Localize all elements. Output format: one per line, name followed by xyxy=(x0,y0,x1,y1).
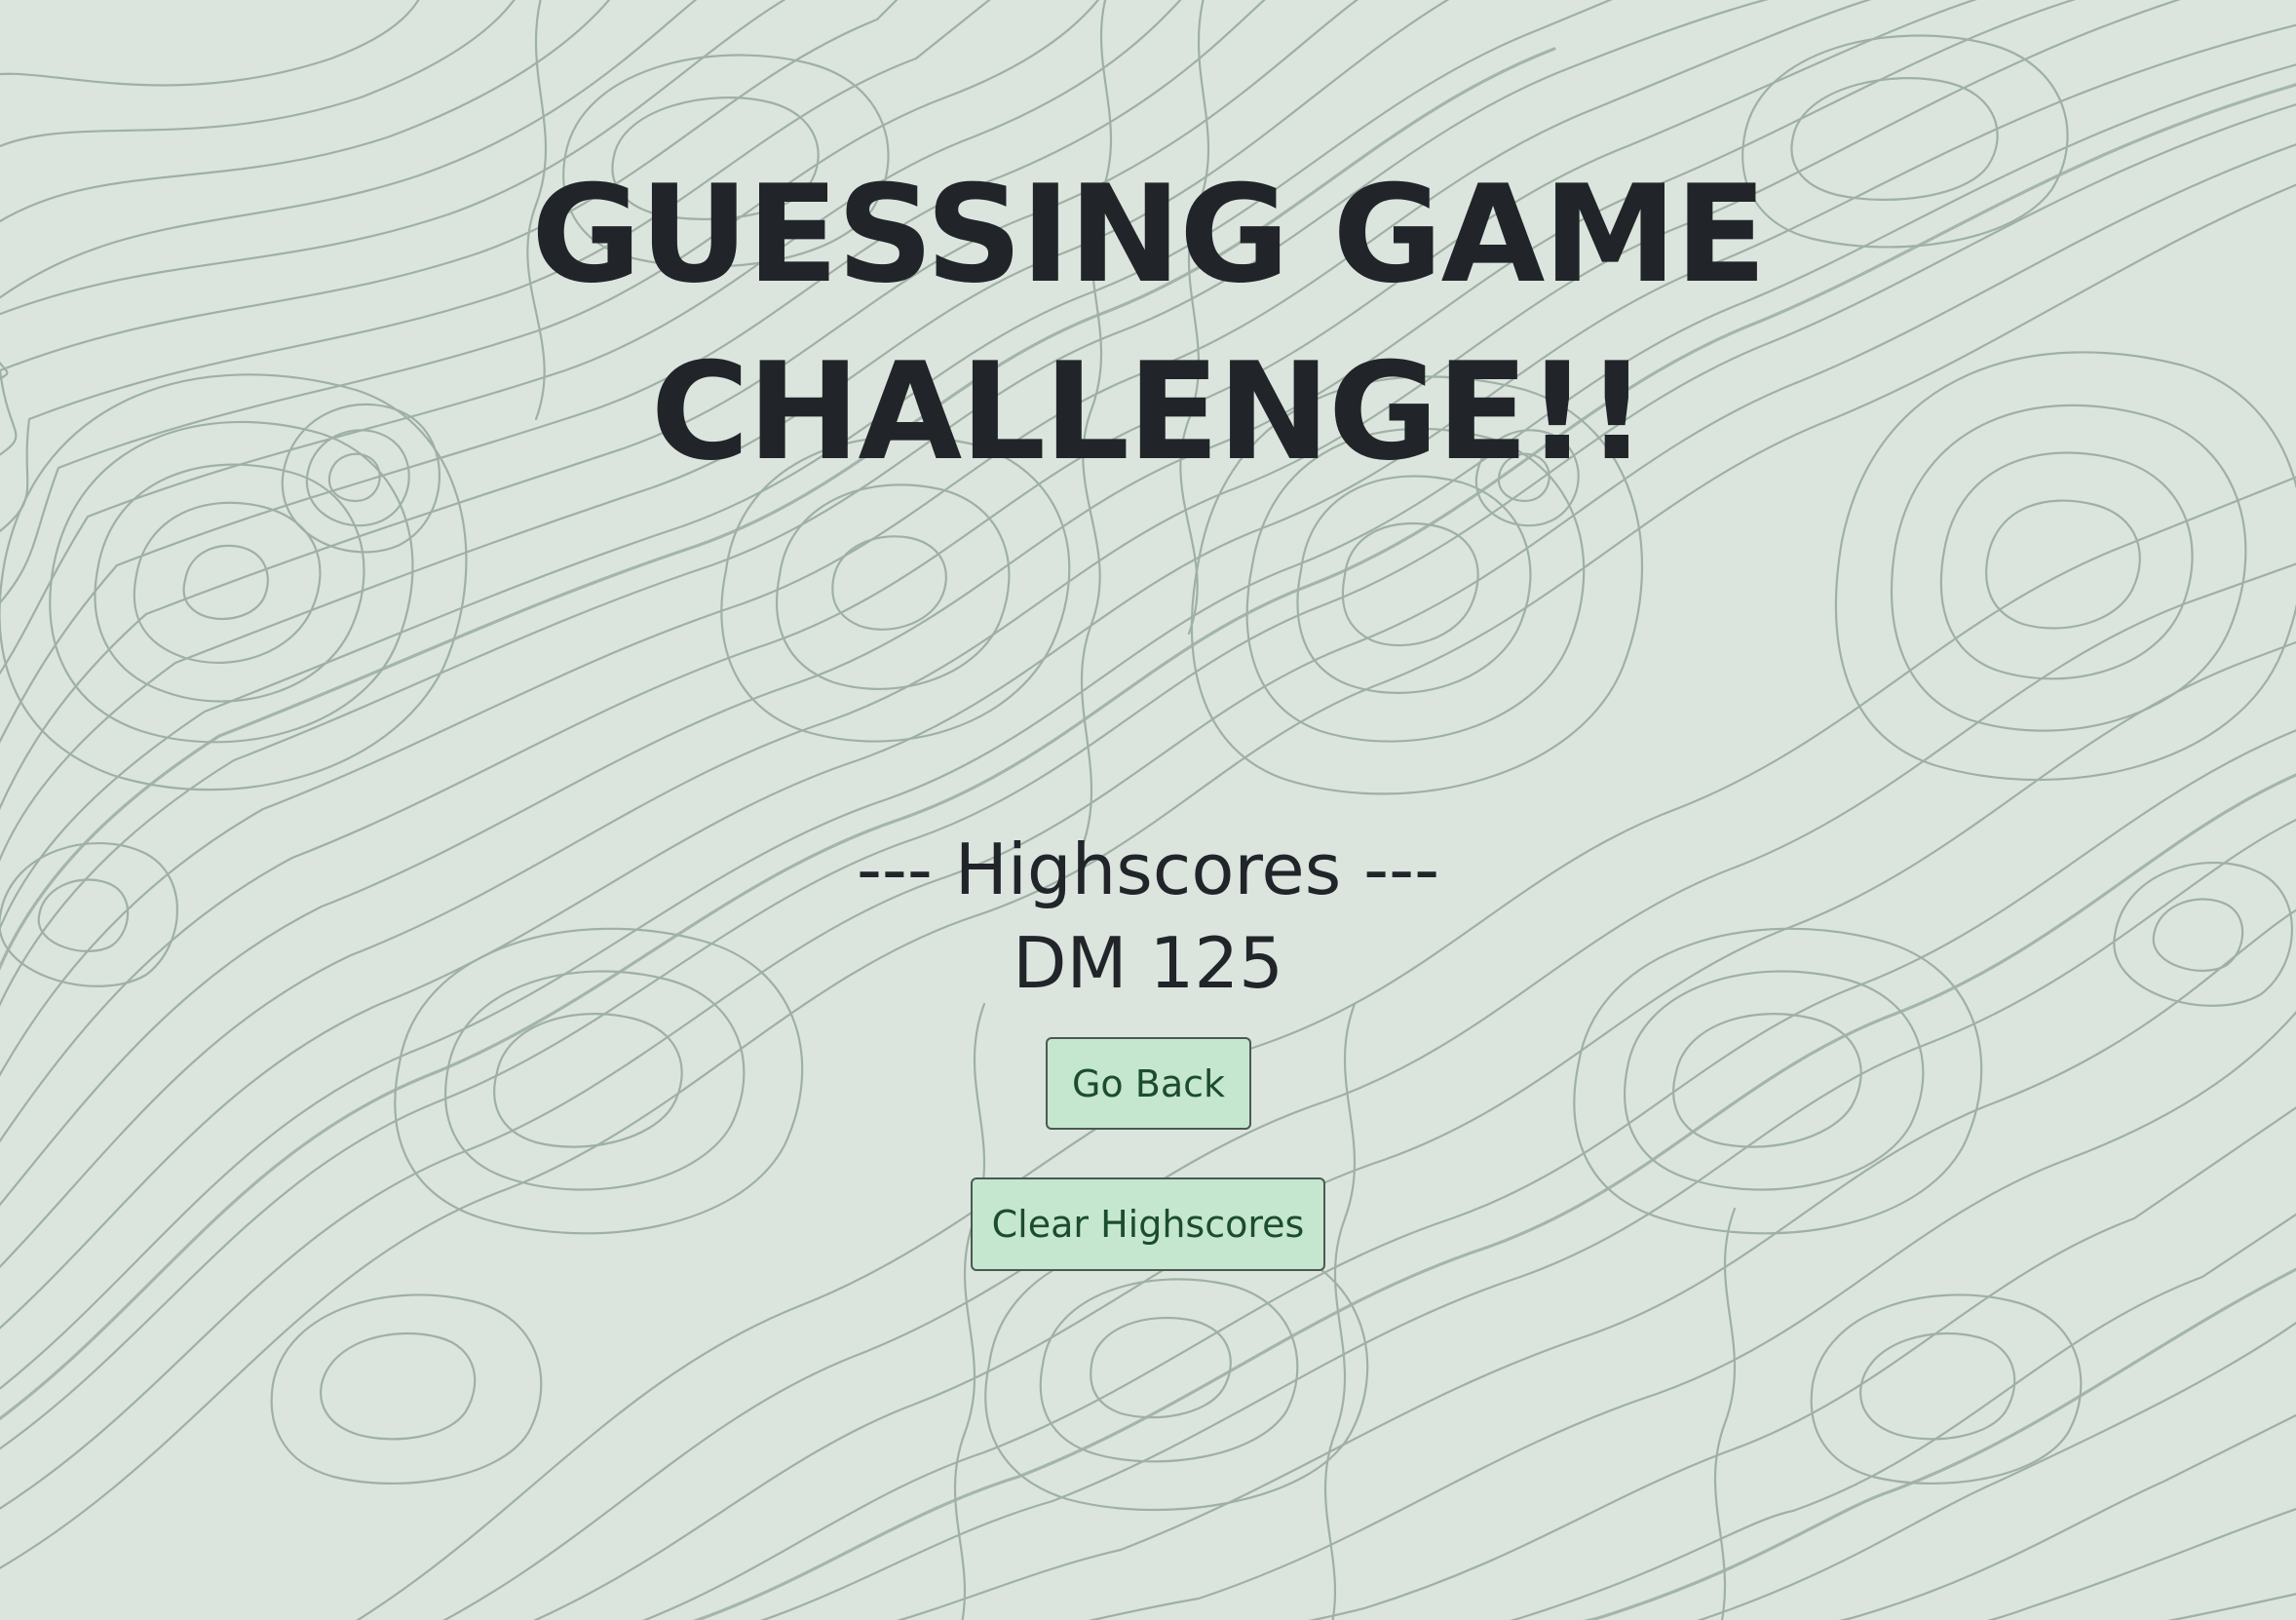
title-line-1: GUESSING GAME xyxy=(531,156,1767,313)
go-back-button[interactable]: Go Back xyxy=(1046,1037,1251,1130)
highscores-list: DM 125 xyxy=(0,918,2296,1008)
page-title: GUESSING GAME CHALLENGE!! xyxy=(0,146,2296,501)
title-line-2: CHALLENGE!! xyxy=(650,333,1648,490)
highscore-entry: DM 125 xyxy=(1013,922,1283,1004)
clear-highscores-button[interactable]: Clear Highscores xyxy=(971,1177,1325,1271)
highscores-heading: --- Highscores --- xyxy=(856,829,1440,910)
main-content: GUESSING GAME CHALLENGE!! --- Highscores… xyxy=(0,0,2296,1620)
